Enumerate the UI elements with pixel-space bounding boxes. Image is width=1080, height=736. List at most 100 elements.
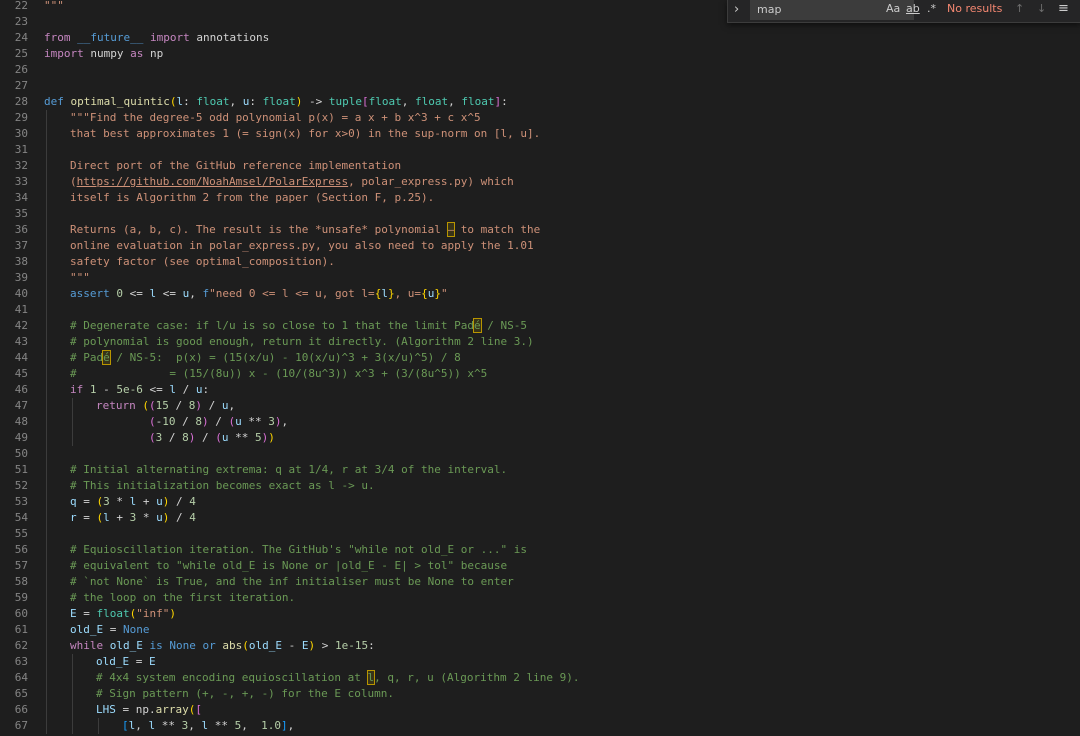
indent-guide (46, 654, 47, 670)
code-line[interactable]: (-10 / 8) / (u ** 3), (96, 414, 288, 430)
code-token: , (401, 95, 415, 108)
code-token: annotations (196, 31, 270, 44)
code-token: ) (201, 415, 209, 428)
next-match-button[interactable]: ↓ (1037, 0, 1046, 20)
code-line[interactable]: while old_E is None or abs(old_E - E) > … (70, 638, 375, 654)
regex-button[interactable]: .* (927, 0, 936, 20)
line-number: 34 (14, 191, 28, 204)
code-token: is None (142, 639, 203, 652)
code-line[interactable]: [l, l ** 3, l ** 5, 1.0], (122, 718, 294, 734)
line-number: 60 (14, 607, 28, 620)
code-token: , (281, 415, 289, 428)
code-token: / NS-5: p(x) = (15(x/u) - 10(x/u)^3 + 3(… (109, 351, 461, 364)
find-menu-button[interactable]: ≡ (1058, 0, 1069, 20)
code-token: """ (44, 0, 64, 12)
line-number: 22 (14, 0, 28, 12)
code-line[interactable]: LHS = np.array([ (96, 702, 202, 718)
toggle-replace-button[interactable]: › (734, 1, 739, 21)
code-token: E (70, 607, 77, 620)
code-line[interactable]: # `not None` is True, and the inf initia… (70, 574, 514, 590)
code-token: ** (208, 719, 235, 732)
indent-guide (46, 206, 47, 222)
line-number: 31 (14, 143, 28, 156)
code-line[interactable]: # Degenerate case: if l/u is so close to… (70, 318, 527, 334)
code-line[interactable]: # Sign pattern (+, -, +, -) for the E co… (96, 686, 394, 702)
code-token: [ (195, 703, 202, 716)
code-line[interactable]: r = (l + 3 * u) / 4 (70, 510, 196, 526)
code-line[interactable]: safety factor (see optimal_composition). (70, 254, 335, 270)
code-token: , (287, 719, 295, 732)
code-line[interactable]: E = float("inf") (70, 606, 176, 622)
code-line[interactable]: def optimal_quintic(l: float, u: float) … (44, 94, 508, 110)
code-line[interactable]: itself is Algorithm 2 from the paper (Se… (70, 190, 434, 206)
code-line[interactable]: Direct port of the GitHub reference impl… (70, 158, 401, 174)
code-line[interactable]: from __future__ import annotations (44, 30, 269, 46)
line-number: 26 (14, 63, 28, 76)
code-editor[interactable]: 22 """ 23 24 from __future__ import annotati… (0, 0, 1080, 736)
code-token: : (183, 95, 197, 108)
code-token: : (202, 383, 210, 396)
code-line[interactable]: old_E = E (96, 654, 156, 670)
code-line[interactable]: that best approximates 1 (= sign(x) for … (70, 126, 540, 142)
code-line[interactable]: """ (70, 270, 90, 286)
indent-guide (46, 462, 47, 478)
code-line[interactable]: # equivalent to "while old_E is None or … (70, 558, 507, 574)
code-token: é (473, 318, 482, 333)
code-line[interactable]: """ (44, 0, 64, 14)
code-line[interactable]: # = (15/(8u)) x - (10/(8u^3)) x^3 + (3/(… (70, 366, 487, 382)
indent-guide (46, 334, 47, 350)
code-token: float (196, 95, 230, 108)
indent-guide (46, 542, 47, 558)
code-line[interactable]: """Find the degree-5 odd polynomial p(x)… (70, 110, 481, 126)
indent-guide (46, 174, 47, 190)
code-token: = (76, 607, 97, 620)
previous-match-button[interactable]: ↑ (1015, 0, 1024, 20)
code-token: ** (241, 415, 269, 428)
code-line[interactable]: # Initial alternating extrema: q at 1/4,… (70, 462, 507, 478)
indent-guide (46, 478, 47, 494)
match-case-button[interactable]: Aa (886, 0, 900, 20)
code-line[interactable]: # the loop on the first iteration. (70, 590, 295, 606)
code-line[interactable]: old_E = None (70, 622, 150, 638)
code-token: safety factor (see optimal_composition). (70, 255, 335, 268)
code-token: float (368, 95, 402, 108)
code-token: LHS (96, 703, 116, 716)
code-token: , (228, 399, 236, 412)
indent-guide (46, 190, 47, 206)
code-line[interactable]: q = (3 * l + u) / 4 (70, 494, 196, 510)
code-line[interactable]: (3 / 8) / (u ** 5)) (96, 430, 275, 446)
code-line[interactable]: import numpy as np (44, 46, 163, 62)
code-line[interactable]: # Padé / NS-5: p(x) = (15(x/u) - 10(x/u)… (70, 350, 461, 366)
code-line[interactable]: # polynomial is good enough, return it d… (70, 334, 534, 350)
indent-guide (46, 702, 47, 718)
code-line[interactable]: Returns (a, b, c). The result is the *un… (70, 222, 540, 238)
code-token: numpy (90, 47, 131, 60)
code-token: q (70, 495, 77, 508)
line-number: 43 (14, 335, 28, 348)
code-line[interactable]: (https://github.com/NoahAmsel/PolarExpre… (70, 174, 514, 190)
whole-word-button[interactable]: ab (906, 0, 920, 20)
code-token: l (381, 287, 388, 300)
line-number: 45 (14, 367, 28, 380)
code-token: float (461, 95, 495, 108)
line-number: 35 (14, 207, 28, 220)
line-number: 62 (14, 639, 28, 652)
code-token: ( (215, 431, 222, 444)
code-line[interactable]: # This initialization becomes exact as l… (70, 478, 375, 494)
code-token: 4 (189, 495, 196, 508)
code-line[interactable]: if 1 - 5e-6 <= l / u: (70, 382, 209, 398)
code-line[interactable]: return ((15 / 8) / u, (96, 398, 235, 414)
line-number: 58 (14, 575, 28, 588)
code-token: return (96, 399, 143, 412)
code-token: 4 (189, 511, 196, 524)
code-token: " (440, 287, 448, 300)
indent-guide (46, 366, 47, 382)
code-line[interactable]: # Equioscillation iteration. The GitHub'… (70, 542, 527, 558)
code-token: [ (361, 95, 369, 108)
code-line[interactable]: online evaluation in polar_express.py, y… (70, 238, 534, 254)
code-line[interactable]: assert 0 <= l <= u, f"need 0 <= l <= u, … (70, 286, 448, 302)
code-token: """ (70, 271, 90, 284)
code-line[interactable]: # 4x4 system encoding equioscillation at… (96, 670, 579, 686)
indent-guide (46, 430, 47, 446)
